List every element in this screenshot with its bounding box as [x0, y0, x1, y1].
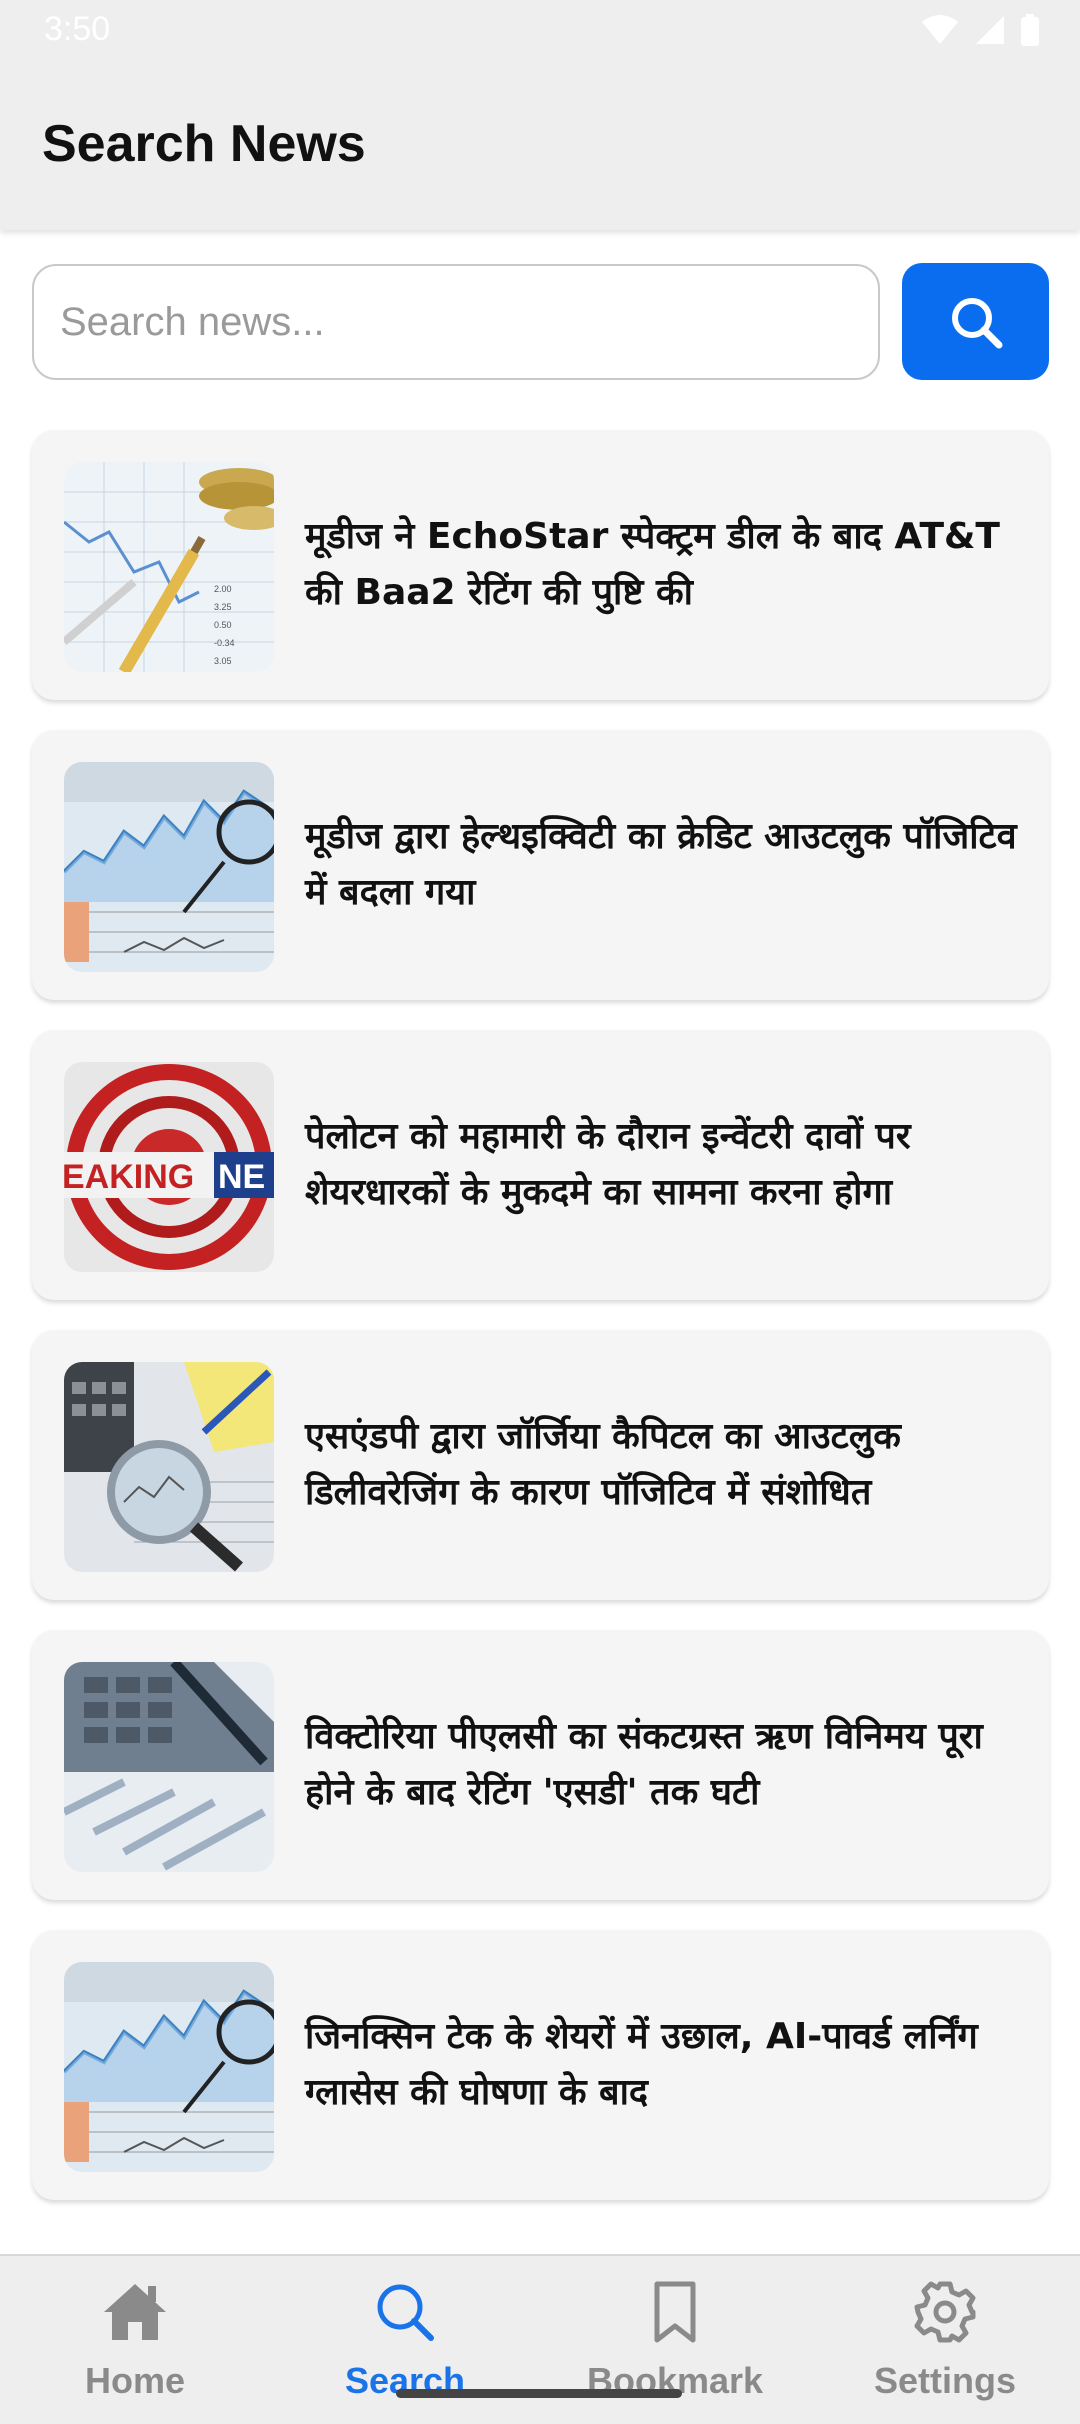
app-bar: 3:50 Search News — [0, 0, 1080, 230]
signal-icon — [976, 16, 1004, 44]
nav-item-search[interactable]: Search — [270, 2256, 540, 2424]
news-list: 2.00 3.25 0.50 -0.34 3.05 मूडीज ने EchoStar … — [32, 430, 1049, 2230]
stock-chart-glasses-image — [64, 762, 274, 972]
nav-item-bookmark[interactable]: Bookmark — [540, 2256, 810, 2424]
svg-text:2.00: 2.00 — [214, 584, 232, 594]
status-time: 3:50 — [44, 10, 111, 48]
news-card[interactable]: विक्टोरिया पीएलसी का संकटग्रस्त ऋण विनिम… — [32, 1630, 1049, 1900]
search-icon — [951, 297, 1002, 348]
svg-text:3.05: 3.05 — [214, 656, 232, 666]
wifi-icon — [922, 15, 958, 44]
magnifier-calculator-image — [64, 1362, 274, 1572]
news-card[interactable]: मूडीज द्वारा हेल्थइक्विटी का क्रेडिट आउट… — [32, 730, 1049, 1000]
battery-icon — [1021, 14, 1039, 46]
news-title: पेलोटन को महामारी के दौरान इन्वेंटरी दाव… — [305, 1116, 911, 1213]
svg-text:0.50: 0.50 — [214, 620, 232, 630]
news-title: एसएंडपी द्वारा जॉर्जिया कैपिटल का आउटलुक… — [305, 1416, 901, 1513]
nav-label-settings: Settings — [873, 2360, 1016, 2401]
svg-text:NE: NE — [218, 1158, 265, 1196]
svg-text:-0.34: -0.34 — [214, 638, 235, 648]
screen: 3:50 Search News Search news... 2.00 3.2… — [0, 0, 1080, 2424]
settings-icon — [913, 2276, 977, 2348]
svg-text:3.25: 3.25 — [214, 602, 232, 612]
nav-item-home[interactable]: Home — [0, 2256, 270, 2424]
news-card[interactable]: एसएंडपी द्वारा जॉर्जिया कैपिटल का आउटलुक… — [32, 1330, 1049, 1600]
home-icon — [100, 2276, 170, 2348]
bottom-nav: Home Search Bookmark Settings — [0, 2254, 1080, 2424]
search-button[interactable] — [902, 263, 1049, 380]
home-indicator[interactable] — [396, 2389, 682, 2398]
bookmark-icon — [651, 2276, 699, 2348]
news-card[interactable]: EAKING NE पेलोटन को महामारी के दौरान इन्… — [32, 1030, 1049, 1300]
news-title: जिनक्सिन टेक के शेयरों में उछाल, AI-पावर… — [305, 2016, 978, 2113]
breaking-news-image: EAKING NE — [64, 1062, 274, 1272]
stock-chart-glasses-image — [64, 1962, 274, 2172]
news-card[interactable]: 2.00 3.25 0.50 -0.34 3.05 मूडीज ने EchoStar … — [32, 430, 1049, 700]
news-title: मूडीज द्वारा हेल्थइक्विटी का क्रेडिट आउट… — [305, 816, 1017, 913]
calculator-pen-image — [64, 1662, 274, 1872]
svg-text:EAKING: EAKING — [64, 1158, 194, 1196]
news-card[interactable]: जिनक्सिन टेक के शेयरों में उछाल, AI-पावर… — [32, 1930, 1049, 2200]
news-title: मूडीज ने EchoStar स्पेक्ट्रम डील के बाद … — [305, 516, 1000, 613]
search-icon — [373, 2276, 437, 2348]
search-input[interactable] — [32, 264, 880, 380]
nav-item-settings[interactable]: Settings — [810, 2256, 1080, 2424]
status-icons — [920, 14, 1040, 46]
coins-finance-chart-image: 2.00 3.25 0.50 -0.34 3.05 — [64, 462, 274, 672]
nav-label-home: Home — [84, 2360, 186, 2401]
page-title: Search News — [42, 115, 366, 173]
news-title: विक्टोरिया पीएलसी का संकटग्रस्त ऋण विनिम… — [305, 1716, 983, 1813]
